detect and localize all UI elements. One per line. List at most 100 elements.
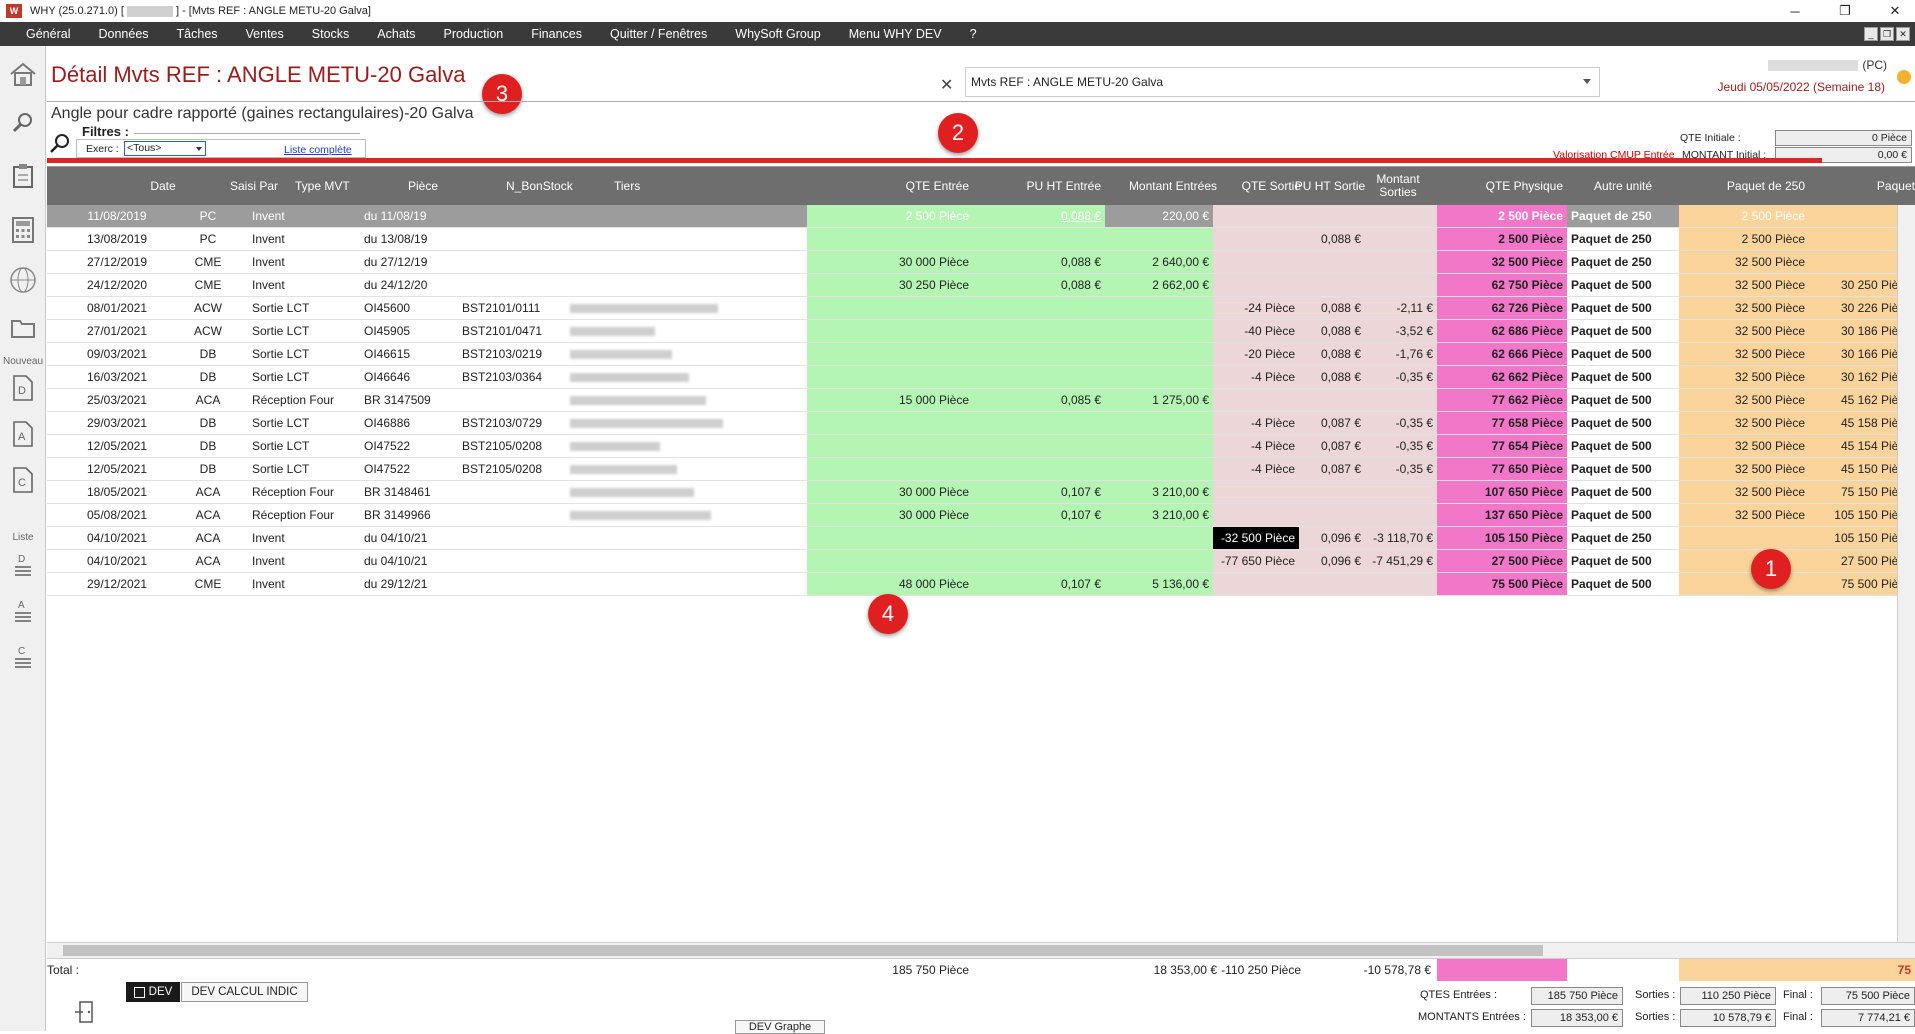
list-d-icon[interactable]: D — [7, 550, 39, 582]
menu-general[interactable]: Général — [0, 27, 84, 41]
table-row[interactable]: 13/08/2019 PC Invent du 13/08/19 0,088 € 2 50… — [47, 228, 1915, 251]
table-row[interactable]: 29/12/2021 CME Invent du 29/12/21 48 000 Piè… — [47, 573, 1915, 596]
left-toolbar: Nouveau D A C Liste D A C — [0, 46, 46, 1031]
menu-achats[interactable]: Achats — [363, 27, 429, 41]
table-row[interactable]: 24/12/2020 CME Invent du 24/12/20 30 250 Piè… — [47, 274, 1915, 297]
close-button[interactable]: ✕ — [1875, 0, 1915, 22]
dev-toggle-button[interactable]: DEV — [126, 982, 180, 1002]
col-header-pu-ht-sortie[interactable]: PU HT Sortie — [1293, 167, 1367, 205]
col-header-piece[interactable]: Pièce — [360, 167, 460, 205]
cell-me — [1105, 343, 1213, 365]
cell-ms: -2,11 € — [1365, 297, 1437, 319]
exit-door-icon[interactable] — [75, 1000, 97, 1024]
vertical-scrollbar[interactable] — [1897, 205, 1915, 942]
col-header-paquet-250[interactable]: Paquet de 250 — [1679, 167, 1809, 205]
table-row[interactable]: 27/01/2021 ACW Sortie LCT OI45905 BST2101/04… — [47, 320, 1915, 343]
table-row[interactable]: 04/10/2021 ACA Invent du 04/10/21 -32 500 Pi… — [47, 527, 1915, 550]
folder-icon[interactable] — [7, 312, 39, 344]
svg-text:A: A — [18, 600, 25, 611]
cell-qe: 2 500 Pièce — [807, 205, 973, 227]
window-titlebar: W WHY (25.0.271.0) [ ] - [Mvts REF : ANG… — [0, 0, 1915, 22]
cell-qp: 77 650 Pièce — [1437, 458, 1567, 480]
menu-why-dev[interactable]: Menu WHY DEV — [835, 27, 956, 41]
cell-date: 04/10/2021 — [86, 554, 148, 568]
cell-qs: -24 Pièce — [1213, 297, 1299, 319]
cell-piece: OI47522 — [364, 439, 411, 453]
cell-piece: OI46646 — [364, 370, 411, 384]
restore-button[interactable]: ❐ — [1825, 0, 1865, 22]
table-row[interactable]: 11/08/2019 PC Invent du 11/08/19 2 500 Pièce… — [47, 205, 1915, 228]
menu-whysoft-group[interactable]: WhySoft Group — [721, 27, 834, 41]
home-icon[interactable] — [7, 58, 39, 90]
table-row[interactable]: 04/10/2021 ACA Invent du 04/10/21 -77 650 Pi… — [47, 550, 1915, 573]
menu-stocks[interactable]: Stocks — [298, 27, 364, 41]
list-c-icon[interactable]: C — [7, 642, 39, 674]
cell-date: 13/08/2019 — [86, 232, 148, 246]
new-doc-a-icon[interactable]: A — [7, 418, 39, 450]
horizontal-scrollbar[interactable] — [47, 942, 1915, 958]
col-header-autre-unite[interactable]: Autre unité — [1567, 167, 1679, 205]
cell-qs — [1213, 573, 1299, 595]
col-header-qte-sortie[interactable]: QTE Sortie — [1161, 167, 1305, 205]
col-header-pu-ht-entree[interactable]: PU HT Entrée — [973, 167, 1105, 205]
clipboard-icon[interactable] — [7, 160, 39, 192]
horizontal-scrollbar-thumb[interactable] — [63, 945, 1543, 956]
cell-qe: 30 250 Pièce — [807, 274, 973, 296]
qtes-sorties-value: 110 250 Pièce — [1680, 987, 1776, 1005]
annotation-badge-2: 2 — [938, 113, 978, 153]
clear-selection-icon[interactable]: ✕ — [940, 75, 953, 95]
menu-taches[interactable]: Tâches — [163, 27, 232, 41]
table-row[interactable]: 18/05/2021 ACA Réception Four BR 3148461 30 … — [47, 481, 1915, 504]
menu-finances[interactable]: Finances — [517, 27, 596, 41]
col-header-date[interactable]: Date — [103, 167, 223, 205]
magnifier-icon[interactable] — [48, 132, 72, 156]
calculator-icon[interactable] — [7, 214, 39, 246]
new-doc-c-icon[interactable]: C — [7, 464, 39, 496]
col-header-tiers[interactable]: Tiers — [566, 167, 806, 205]
menu-quitter-fenetres[interactable]: Quitter / Fenêtres — [596, 27, 721, 41]
cell-tiers — [566, 366, 807, 388]
cell-piece: BR 3149966 — [364, 508, 431, 522]
table-row[interactable]: 12/05/2021 DB Sortie LCT OI47522 BST2105/020… — [47, 458, 1915, 481]
checkbox-icon — [133, 986, 145, 998]
table-row[interactable]: 27/12/2019 CME Invent du 27/12/19 30 000 Piè… — [47, 251, 1915, 274]
table-row[interactable]: 08/01/2021 ACW Sortie LCT OI45600 BST2101/01… — [47, 297, 1915, 320]
table-row[interactable]: 12/05/2021 DB Sortie LCT OI47522 BST2105/020… — [47, 435, 1915, 458]
col-header-qte-entree[interactable]: QTE Entrée — [807, 167, 973, 205]
mdi-restore-button[interactable]: ❐ — [1880, 27, 1894, 41]
mdi-minimize-button[interactable]: _ — [1864, 27, 1878, 41]
table-row[interactable]: 16/03/2021 DB Sortie LCT OI46646 BST2103/036… — [47, 366, 1915, 389]
redacted-title-part — [126, 5, 173, 17]
record-combo[interactable]: Mvts REF : ANGLE METU-20 Galva — [965, 67, 1600, 97]
menu-donnees[interactable]: Données — [84, 27, 162, 41]
exerc-select[interactable]: <Tous> — [124, 141, 206, 156]
minimize-button[interactable]: ─ — [1775, 0, 1815, 22]
table-row[interactable]: 29/03/2021 DB Sortie LCT OI46886 BST2103/072… — [47, 412, 1915, 435]
globe-icon[interactable] — [7, 264, 39, 296]
montants-final-label: Final : — [1783, 1011, 1813, 1023]
menu-help[interactable]: ? — [956, 27, 991, 41]
dev-label: DEV — [148, 986, 173, 998]
cell-pue — [973, 320, 1105, 342]
search-icon[interactable] — [7, 107, 39, 139]
col-header-paquet-500[interactable]: Paquet de 500 — [1809, 167, 1915, 205]
menu-production[interactable]: Production — [430, 27, 518, 41]
cell-pus — [1299, 481, 1365, 503]
mdi-close-button[interactable]: ✕ — [1896, 27, 1910, 41]
cell-qe — [807, 320, 973, 342]
dev-graphe-button[interactable]: DEV Graphe — [735, 1020, 825, 1034]
dev-calcul-indic-button[interactable]: DEV CALCUL INDIC — [181, 982, 308, 1002]
new-doc-d-icon[interactable]: D — [7, 372, 39, 404]
list-a-icon[interactable]: A — [7, 596, 39, 628]
table-row[interactable]: 09/03/2021 DB Sortie LCT OI46615 BST2103/021… — [47, 343, 1915, 366]
cell-ms: -0,35 € — [1365, 366, 1437, 388]
table-row[interactable]: 25/03/2021 ACA Réception Four BR 3147509 15 … — [47, 389, 1915, 412]
cell-pue: 0,107 € — [973, 504, 1105, 526]
full-list-link[interactable]: Liste complète — [284, 144, 352, 156]
col-header-qte-physique[interactable]: QTE Physique — [1417, 167, 1567, 205]
menu-ventes[interactable]: Ventes — [232, 27, 298, 41]
col-header-saisi-par[interactable]: Saisi Par — [223, 167, 285, 205]
table-row[interactable]: 05/08/2021 ACA Réception Four BR 3149966 30 … — [47, 504, 1915, 527]
cell-pue: 0,088 € — [973, 205, 1105, 227]
col-header-bonstock[interactable]: N_BonStock — [458, 167, 573, 205]
